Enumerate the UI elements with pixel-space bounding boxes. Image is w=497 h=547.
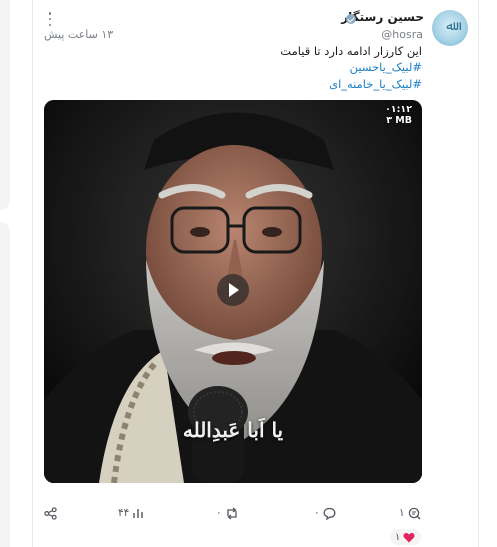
reaction-chip[interactable]: ۱ — [390, 529, 422, 545]
video-duration: ۰۱:۱۲ — [385, 104, 412, 115]
share-button[interactable] — [44, 503, 57, 523]
quote-count: ۱ — [399, 507, 405, 519]
bar-chart-icon — [133, 509, 143, 518]
reaction-count: ۱ — [395, 531, 401, 543]
more-options-icon[interactable] — [47, 12, 53, 26]
speech-bubble-icon — [323, 507, 336, 520]
repost-icon — [226, 506, 237, 520]
post-text: این کارزار ادامه دارد تا قیامت — [280, 44, 422, 58]
side-panel-bottom — [0, 222, 10, 547]
views-counter[interactable]: ۴۴ — [118, 503, 144, 523]
share-icon — [44, 506, 57, 520]
avatar[interactable]: ﷲ — [432, 10, 468, 46]
reply-count: ۰ — [314, 507, 320, 519]
video-file-size: ۳ MB — [386, 115, 412, 126]
video-player[interactable]: ۰۱:۱۲ ۳ MB یا اَبا عَبدِالله — [44, 100, 422, 483]
user-handle[interactable]: @hosra — [381, 28, 423, 41]
avatar-text: ﷲ — [446, 19, 454, 34]
quote-button[interactable]: ۱ — [399, 503, 421, 523]
post-timestamp[interactable]: ۱۳ ساعت پیش — [44, 28, 113, 41]
side-panel-top — [0, 0, 10, 210]
quote-icon — [408, 507, 421, 519]
views-count: ۴۴ — [118, 507, 130, 519]
card-border-left — [32, 0, 33, 547]
post-actions-bar: ۴۴ ۰ ۰ ۱ — [44, 503, 422, 523]
repost-button[interactable]: ۰ — [216, 503, 239, 523]
verified-badge-icon — [346, 14, 356, 24]
reply-button[interactable]: ۰ — [314, 503, 336, 523]
play-button-icon[interactable] — [217, 274, 249, 306]
hashtag-link[interactable]: #لبیک_یا_خامنه_ای — [329, 77, 422, 91]
heart-icon — [403, 532, 415, 542]
repost-count: ۰ — [216, 507, 222, 519]
hashtag-link[interactable]: #لبیک_یاحسین — [350, 60, 422, 74]
video-caption: یا اَبا عَبدِالله — [182, 418, 284, 442]
card-border-right — [478, 0, 479, 547]
